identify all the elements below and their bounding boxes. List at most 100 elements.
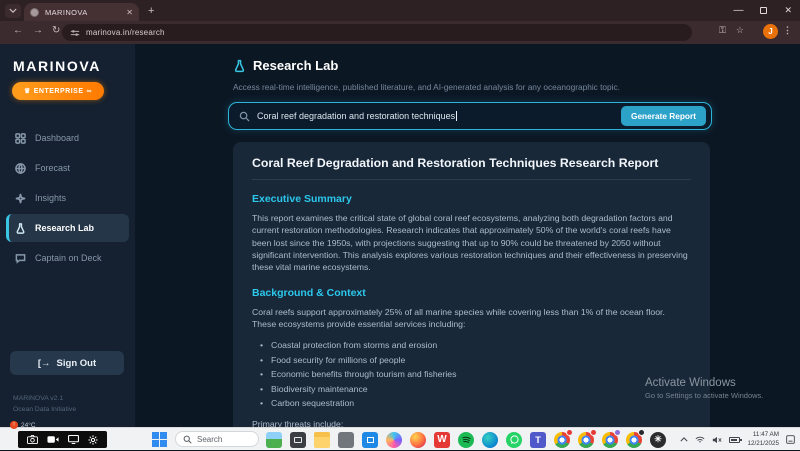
chat-bubble-icon — [15, 253, 26, 264]
flask-icon — [15, 223, 26, 234]
new-tab-button[interactable]: + — [148, 5, 154, 17]
sidebar-item-dashboard[interactable]: Dashboard — [6, 124, 129, 152]
edge-icon[interactable] — [482, 432, 498, 448]
notification-center-icon[interactable] — [786, 435, 795, 444]
wifi-icon[interactable] — [695, 436, 705, 444]
whatsapp-icon[interactable] — [506, 432, 522, 448]
app-tagline: Ocean Data Initiative — [13, 405, 76, 416]
search-placeholder: Search — [197, 435, 222, 444]
sidebar-item-research-lab[interactable]: Research Lab — [6, 214, 129, 242]
monitor-icon[interactable] — [68, 435, 79, 444]
trees-app-icon[interactable] — [266, 432, 282, 448]
window-close-button[interactable]: ✕ — [784, 5, 792, 16]
dashboard-grid-icon — [15, 133, 26, 144]
battery-icon[interactable] — [729, 437, 740, 443]
report-panel: Coral Reef Degradation and Restoration T… — [233, 142, 710, 427]
tab-close-icon[interactable]: ✕ — [126, 8, 133, 17]
sidebar-item-forecast[interactable]: Forecast — [6, 154, 129, 182]
chrome-profile-3-icon[interactable] — [602, 432, 618, 448]
app-version: MARINOVA v2.1 — [13, 394, 76, 405]
copilot-icon[interactable] — [386, 432, 402, 448]
windows-taskbar: Search W T ✳ 11:47 AM 12/21/2025 — [0, 427, 800, 450]
screen-capture-toolbar[interactable] — [18, 431, 107, 448]
gray-app-icon[interactable] — [338, 432, 354, 448]
weather-temperature: 24°C — [21, 422, 36, 429]
chatgpt-icon[interactable]: ✳ — [650, 432, 666, 448]
sidebar-footer: MARINOVA v2.1 Ocean Data Initiative — [13, 394, 76, 416]
list-item: •Food security for millions of people — [252, 353, 691, 367]
wps-office-icon[interactable]: W — [434, 432, 450, 448]
flask-icon — [233, 59, 246, 73]
back-button[interactable]: ← — [13, 25, 23, 36]
list-item: •Economic benefits through tourism and f… — [252, 367, 691, 381]
generate-report-button[interactable]: Generate Report — [621, 106, 706, 126]
volume-muted-icon[interactable] — [712, 436, 722, 444]
bookmark-star-icon[interactable]: ☆ — [736, 25, 744, 36]
browser-tabstrip: MARINOVA ✕ + — ✕ — [0, 0, 800, 21]
task-view-icon[interactable] — [290, 432, 306, 448]
profile-avatar[interactable]: J — [763, 24, 778, 39]
sidebar-item-captain-on-deck[interactable]: Captain on Deck — [6, 244, 129, 272]
search-icon — [239, 111, 250, 122]
windows-start-icon[interactable] — [152, 432, 167, 447]
tab-title: MARINOVA — [45, 8, 120, 17]
sidebar-nav: Dashboard Forecast Insights Research Lab… — [6, 124, 129, 274]
clock-date: 12/21/2025 — [747, 440, 779, 449]
notification-badge — [590, 429, 597, 436]
research-query-input[interactable]: Coral reef degradation and restoration t… — [228, 102, 712, 130]
query-text: Coral reef degradation and restoration t… — [257, 111, 614, 122]
taskbar-search-input[interactable]: Search — [175, 431, 259, 447]
ms-store-icon[interactable] — [362, 432, 378, 448]
chrome-profile-1-icon[interactable] — [554, 432, 570, 448]
bullet-list: •Coastal protection from storms and eros… — [252, 338, 691, 410]
sidebar: MARINOVA ♛ ENTERPRISE ∞ Dashboard Foreca… — [0, 44, 135, 427]
notification-badge — [566, 429, 573, 436]
password-key-icon[interactable]: ⚿ — [719, 25, 726, 36]
activate-windows-watermark: Activate Windows Go to Settings to activ… — [645, 377, 763, 400]
crown-icon: ♛ — [24, 87, 31, 95]
sign-out-icon: [→ — [38, 358, 51, 369]
brand-logo: MARINOVA — [13, 58, 101, 74]
weather-widget[interactable]: ! 24°C — [10, 421, 36, 429]
browser-menu-icon[interactable]: ⋮ — [783, 25, 792, 36]
page-title: Research Lab — [253, 58, 338, 73]
camera-icon[interactable] — [27, 435, 38, 444]
spotify-icon[interactable] — [458, 432, 474, 448]
marinova-app: MARINOVA ♛ ENTERPRISE ∞ Dashboard Foreca… — [0, 44, 800, 427]
taskbar-clock[interactable]: 11:47 AM 12/21/2025 — [747, 431, 779, 448]
tab-search-button[interactable] — [5, 4, 21, 18]
forward-button[interactable]: → — [33, 25, 43, 36]
gear-icon[interactable] — [88, 435, 98, 445]
window-minimize-button[interactable]: — — [733, 5, 743, 16]
browser-toolbar: ← → ↻ marinova.in/research ⚿ ☆ J ⋮ — [0, 21, 800, 44]
browser-tab-marinova[interactable]: MARINOVA ✕ — [24, 3, 139, 21]
text-caret — [456, 111, 457, 121]
section-body: This report examines the critical state … — [252, 212, 691, 274]
teams-icon[interactable]: T — [530, 432, 546, 448]
file-explorer-icon[interactable] — [314, 432, 330, 448]
tray-chevron-up-icon[interactable] — [680, 437, 688, 442]
reload-button[interactable]: ↻ — [52, 25, 60, 36]
window-maximize-button[interactable] — [760, 7, 767, 14]
weather-alert-icon: ! — [10, 421, 18, 429]
video-camera-icon[interactable] — [47, 435, 59, 444]
address-bar[interactable]: marinova.in/research — [62, 24, 692, 41]
firefox-icon[interactable] — [410, 432, 426, 448]
chrome-profile-2-icon[interactable] — [578, 432, 594, 448]
globe-icon — [15, 163, 26, 174]
url-text: marinova.in/research — [86, 28, 165, 37]
sidebar-item-insights[interactable]: Insights — [6, 184, 129, 212]
section-body: Coral reefs support approximately 25% of… — [252, 306, 691, 331]
infinity-icon: ∞ — [87, 88, 93, 95]
chevron-down-icon — [9, 8, 17, 14]
sidebar-item-label: Insights — [35, 193, 66, 203]
section-heading-executive-summary: Executive Summary — [252, 193, 691, 205]
section-heading-background-context: Background & Context — [252, 287, 691, 299]
site-settings-icon — [70, 29, 80, 37]
chrome-profile-4-icon[interactable] — [626, 432, 642, 448]
enterprise-badge[interactable]: ♛ ENTERPRISE ∞ — [12, 82, 104, 100]
clock-time: 11:47 AM — [747, 431, 779, 440]
truncated-line: Primary threats include: — [252, 418, 691, 427]
search-icon — [183, 435, 192, 444]
sign-out-button[interactable]: [→ Sign Out — [10, 351, 124, 375]
